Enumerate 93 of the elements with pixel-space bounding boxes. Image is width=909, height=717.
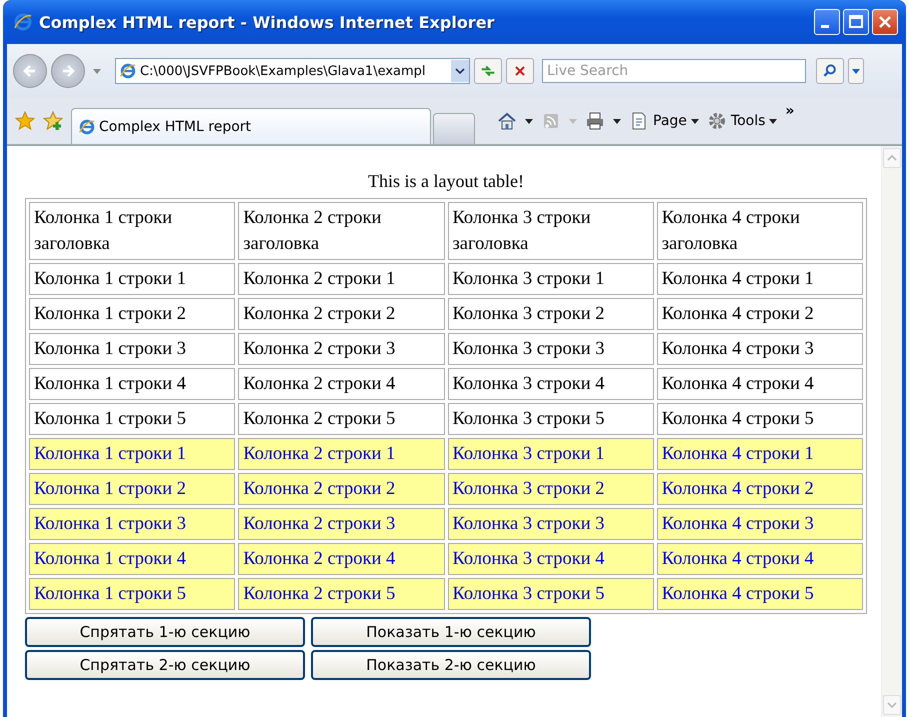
section-button[interactable]: Показать 2-ю секцию [311,650,591,680]
header-cell: Колонка 2 строки заголовка [238,202,444,260]
table-cell: Колонка 2 строки 3 [238,333,444,365]
back-button[interactable] [13,54,47,88]
table-cell: Колонка 1 строки 1 [29,263,236,295]
table-cell: Колонка 3 строки 5 [448,578,654,610]
table-cell: Колонка 4 строки 4 [656,543,863,575]
table-cell: Колонка 4 строки 1 [656,263,863,295]
table-cell: Колонка 4 строки 3 [656,508,863,540]
more-chevron[interactable]: » [785,103,794,119]
section-button[interactable]: Спрятать 1-ю секцию [25,617,305,647]
table-cell: Колонка 2 строки 1 [238,263,444,295]
table-cell: Колонка 2 строки 3 [238,508,444,540]
table-cell: Колонка 1 строки 3 [29,508,236,540]
table-cell: Колонка 2 строки 2 [238,298,444,330]
table-cell: Колонка 4 строки 3 [656,333,863,365]
table-cell: Колонка 3 строки 5 [448,403,654,435]
minimize-button[interactable] [814,9,840,35]
table-cell: Колонка 3 строки 4 [448,543,654,575]
header-cell: Колонка 1 строки заголовка [29,202,236,260]
table-cell: Колонка 4 строки 2 [656,298,863,330]
caret-icon [690,118,699,124]
table-caption: This is a layout table! [367,171,525,192]
table-cell: Колонка 1 строки 5 [29,578,236,610]
window-title: Complex HTML report - Windows Internet Explorer [39,12,496,32]
search-options-button[interactable] [848,58,864,84]
table-cell: Колонка 3 строки 2 [448,298,654,330]
caret-icon [769,118,778,124]
refresh-button[interactable] [474,58,502,84]
table-cell: Колонка 3 строки 2 [448,473,654,505]
caret-icon[interactable] [525,118,533,124]
table-cell: Колонка 3 строки 3 [448,508,654,540]
minimize-icon [821,24,829,28]
table-cell: Колонка 3 строки 4 [448,368,654,400]
table-cell: Колонка 2 строки 1 [238,438,444,470]
chevron-up-icon [887,155,897,161]
table-cell: Колонка 2 строки 4 [238,368,444,400]
forward-button[interactable] [51,54,85,88]
table-cell: Колонка 3 строки 3 [448,333,654,365]
printer-icon[interactable] [585,111,605,131]
table-cell: Колонка 4 строки 1 [656,438,863,470]
table-cell: Колонка 1 строки 2 [29,473,236,505]
table-cell: Колонка 3 строки 1 [448,438,654,470]
menu-label: Tools [730,113,766,129]
table-cell: Колонка 4 строки 4 [656,368,863,400]
table-cell: Колонка 1 строки 5 [29,403,236,435]
add-favorite-icon[interactable] [43,111,63,131]
table-cell: Колонка 1 строки 2 [29,298,236,330]
browser-logo-icon [13,12,33,32]
address-field[interactable]: C:\000\JSVFPBook\Examples\Glava1\exampl [115,58,470,84]
scroll-down-button[interactable] [883,695,901,715]
search-icon [822,63,838,79]
scroll-up-button[interactable] [883,148,901,168]
section-button[interactable]: Спрятать 2-ю секцию [25,650,305,680]
search-button[interactable] [816,58,844,84]
page-icon [119,62,137,80]
dropdown-arrow-icon[interactable] [93,68,101,74]
page-icon [78,118,96,136]
table-cell: Колонка 1 строки 4 [29,368,236,400]
menu-label: Page [653,113,687,129]
maximize-button[interactable] [843,9,869,35]
star-icon[interactable] [15,111,35,131]
table-cell: Колонка 1 строки 3 [29,333,236,365]
table-cell: Колонка 2 строки 5 [238,578,444,610]
table-cell: Колонка 3 строки 1 [448,263,654,295]
chevron-down-icon [455,68,465,74]
address-dropdown-button[interactable] [451,60,469,82]
table-cell: Колонка 4 строки 5 [656,578,863,610]
table-cell: Колонка 1 строки 1 [29,438,236,470]
search-field[interactable]: Live Search [542,59,806,83]
stop-button[interactable] [506,58,534,84]
command-menu[interactable]: Tools [706,111,778,131]
close-button[interactable] [872,9,898,35]
table-cell: Колонка 2 строки 5 [238,403,444,435]
caret-icon[interactable] [613,118,621,124]
table-cell: Колонка 1 строки 4 [29,543,236,575]
header-cell: Колонка 3 строки заголовка [448,202,654,260]
header-cell: Колонка 4 строки заголовка [656,202,863,260]
feed-icon[interactable] [541,111,561,131]
home-icon[interactable] [497,111,517,131]
table-cell: Колонка 4 строки 5 [656,403,863,435]
scrollbar[interactable] [881,146,902,717]
caret-icon [852,68,860,74]
section-button[interactable]: Показать 1-ю секцию [311,617,591,647]
table-cell: Колонка 4 строки 2 [656,473,863,505]
browser-tab[interactable]: Complex HTML report [71,108,431,144]
table-cell: Колонка 2 строки 4 [238,543,444,575]
new-tab-button[interactable] [433,113,475,144]
command-menu[interactable]: Page [629,111,699,131]
tab-label: Complex HTML report [99,118,252,134]
chevron-down-icon [887,702,897,708]
table-cell: Колонка 2 строки 2 [238,473,444,505]
gear-icon [706,111,727,131]
